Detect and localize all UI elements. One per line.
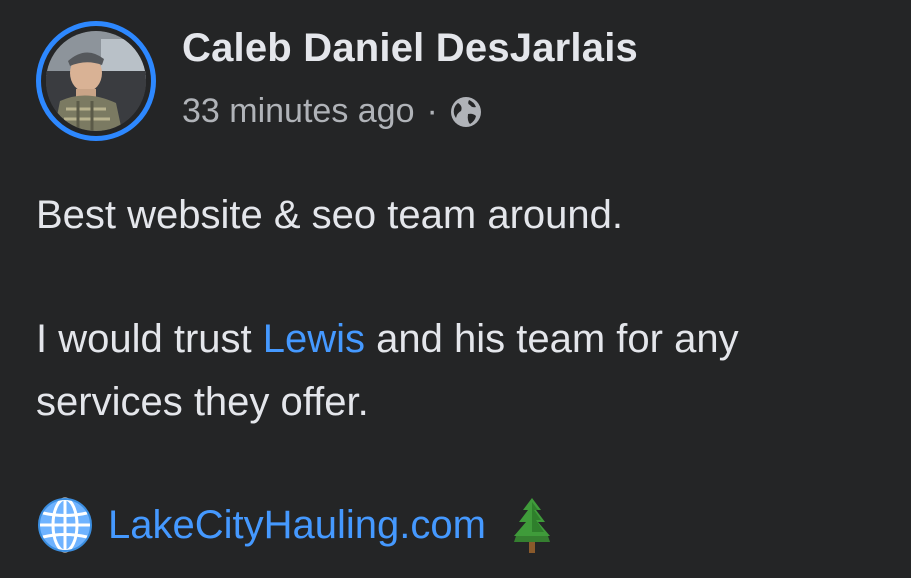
post-text-line-1: Best website & seo team around.	[36, 193, 623, 237]
post-text-segment: I would trust	[36, 317, 263, 361]
website-link-row: LakeCityHauling.com	[36, 493, 554, 557]
mention-link[interactable]: Lewis	[263, 317, 365, 361]
facebook-post: Caleb Daniel DesJarlais 33 minutes ago ·…	[0, 0, 911, 578]
post-meta: 33 minutes ago ·	[182, 92, 484, 131]
post-text-line-2: I would trust Lewis and his team for any	[36, 307, 739, 371]
post-text-segment: and his team for any	[365, 317, 739, 361]
avatar[interactable]	[46, 31, 146, 131]
globe-with-meridians-icon	[36, 496, 94, 554]
globe-icon[interactable]	[448, 94, 484, 130]
post-timestamp[interactable]: 33 minutes ago	[182, 92, 415, 131]
avatar-ring[interactable]	[36, 21, 156, 141]
meta-separator: ·	[426, 92, 438, 130]
website-link[interactable]: LakeCityHauling.com	[108, 493, 486, 557]
post-text-line-3: services they offer.	[36, 380, 369, 424]
author-name[interactable]: Caleb Daniel DesJarlais	[182, 26, 638, 71]
evergreen-tree-icon	[510, 496, 554, 554]
